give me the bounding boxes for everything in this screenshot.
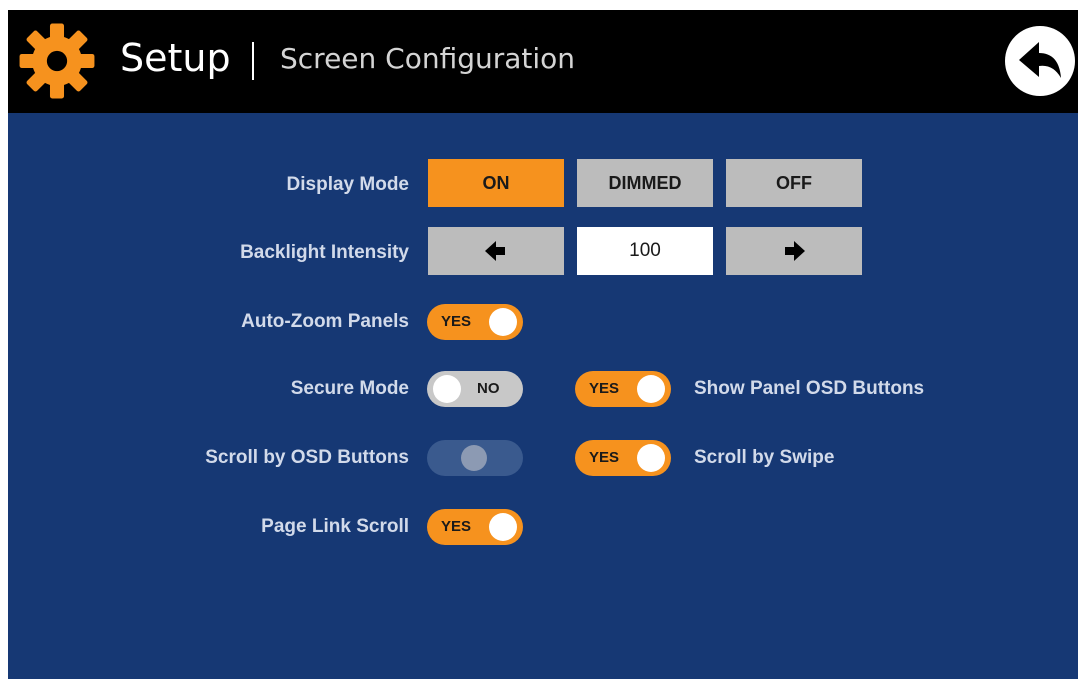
page-title: Setup <box>120 36 231 80</box>
back-arrow-icon <box>1019 42 1061 78</box>
display-mode-dimmed-button[interactable]: DIMMED <box>577 159 713 207</box>
gear-icon <box>19 23 95 99</box>
scroll-by-swipe-label: Scroll by Swipe <box>694 447 835 468</box>
secure-mode-label: Secure Mode <box>290 378 409 399</box>
display-mode-on-button[interactable]: ON <box>428 159 564 207</box>
page-link-scroll-label: Page Link Scroll <box>261 516 409 537</box>
arrow-right-icon <box>785 241 805 261</box>
secure-mode-toggle[interactable]: NO <box>427 371 523 407</box>
toggle-knob <box>433 375 461 403</box>
scroll-by-osd-buttons-toggle <box>427 440 523 476</box>
display-mode-label: Display Mode <box>286 174 409 195</box>
toggle-state-text: YES <box>441 313 472 330</box>
toggle-knob <box>489 308 517 336</box>
header-bar: Setup Screen Configuration <box>8 10 1078 113</box>
back-button[interactable] <box>1005 26 1075 96</box>
scroll-by-swipe-toggle[interactable]: YES <box>575 440 671 476</box>
auto-zoom-panels-label: Auto-Zoom Panels <box>241 311 409 332</box>
page-subtitle: Screen Configuration <box>280 42 576 75</box>
display-mode-off-button[interactable]: OFF <box>726 159 862 207</box>
setup-screen: Setup Screen Configuration Display Mode … <box>8 10 1078 679</box>
title-separator <box>252 42 254 80</box>
toggle-state-text: YES <box>441 518 472 535</box>
arrow-left-icon <box>485 241 505 261</box>
page-link-scroll-toggle[interactable]: YES <box>427 509 523 545</box>
backlight-intensity-label: Backlight Intensity <box>240 242 409 263</box>
auto-zoom-panels-toggle[interactable]: YES <box>427 304 523 340</box>
toggle-knob <box>461 445 487 471</box>
toggle-state-text: YES <box>589 449 620 466</box>
toggle-state-text: YES <box>589 380 620 397</box>
toggle-knob <box>637 444 665 472</box>
toggle-knob <box>489 513 517 541</box>
toggle-state-text: NO <box>477 380 500 397</box>
scroll-by-osd-buttons-label: Scroll by OSD Buttons <box>205 447 409 468</box>
show-panel-osd-buttons-label: Show Panel OSD Buttons <box>694 378 925 399</box>
backlight-value: 100 <box>577 227 713 275</box>
toggle-knob <box>637 375 665 403</box>
backlight-decrease-button[interactable] <box>428 227 564 275</box>
backlight-increase-button[interactable] <box>726 227 862 275</box>
show-panel-osd-buttons-toggle[interactable]: YES <box>575 371 671 407</box>
